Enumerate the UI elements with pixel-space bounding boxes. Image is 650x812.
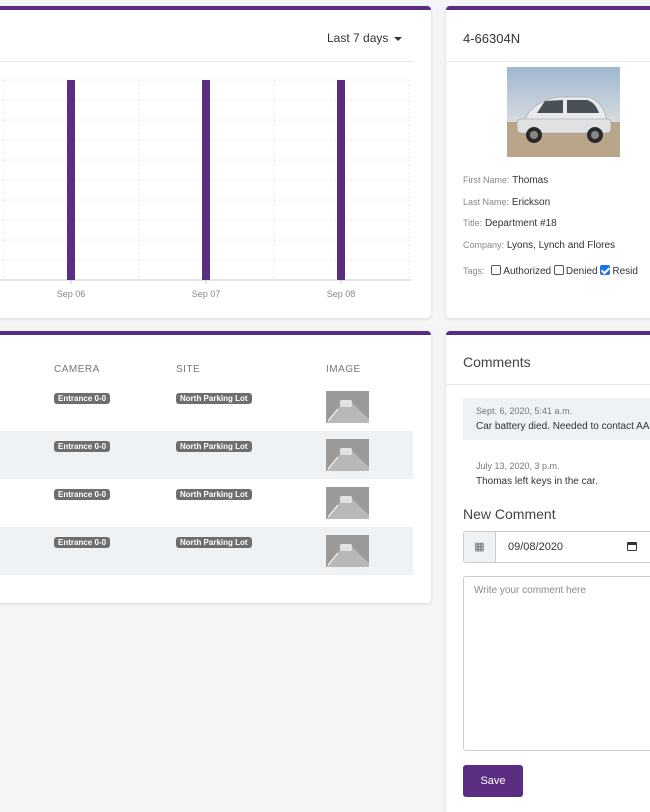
first-name-field: First Name: Thomas bbox=[463, 175, 548, 186]
company-value: Lyons, Lynch and Flores bbox=[506, 240, 616, 251]
table-row[interactable]: Entrance 0-0 North Parking Lot bbox=[0, 383, 413, 431]
vehicle-photo bbox=[507, 67, 620, 157]
activity-chart-card: Last 7 days Sep 06 Sep 07 Sep 08 bbox=[0, 6, 431, 318]
x-tick-label: Sep 08 bbox=[327, 289, 356, 299]
tags-field: Tags: Authorized Denied Resid bbox=[463, 265, 638, 277]
calendar-addon-icon: ▦ bbox=[464, 532, 496, 562]
x-tick-label: Sep 07 bbox=[192, 289, 221, 299]
last-name-label: Last Name: bbox=[463, 197, 510, 207]
chart-bar bbox=[67, 80, 75, 280]
chart-bar bbox=[337, 80, 345, 280]
comment-item: July 13, 2020, 3 p.m. Thomas left keys i… bbox=[463, 453, 650, 495]
table-row[interactable]: Entrance 0-0 North Parking Lot bbox=[0, 479, 413, 527]
comments-divider bbox=[446, 384, 650, 385]
camera-badge: Entrance 0-0 bbox=[54, 489, 111, 500]
camera-snapshot[interactable] bbox=[326, 535, 369, 567]
site-badge: North Parking Lot bbox=[176, 489, 252, 500]
authorized-label: Authorized bbox=[503, 266, 552, 277]
new-comment-title: New Comment bbox=[463, 506, 556, 522]
plate-number: 4-66304N bbox=[463, 31, 521, 46]
visits-table-card: CAMERA SITE IMAGE Entrance 0-0 North Par… bbox=[0, 331, 431, 603]
resident-label: Resid bbox=[612, 266, 638, 277]
camera-header: CAMERA bbox=[54, 364, 100, 375]
site-badge: North Parking Lot bbox=[176, 537, 252, 548]
denied-label: Denied bbox=[565, 266, 598, 277]
comment-date: July 13, 2020, 3 p.m. bbox=[476, 461, 560, 471]
activity-bar-chart: Sep 06 Sep 07 Sep 08 bbox=[0, 79, 411, 299]
company-field: Company: Lyons, Lynch and Flores bbox=[463, 240, 615, 251]
comment-text: Thomas left keys in the car. bbox=[476, 476, 598, 487]
first-name-label: First Name: bbox=[463, 175, 510, 185]
site-badge: North Parking Lot bbox=[176, 393, 252, 404]
tags-label: Tags: bbox=[463, 266, 485, 276]
authorized-checkbox[interactable] bbox=[491, 265, 502, 275]
camera-badge: Entrance 0-0 bbox=[54, 393, 111, 404]
site-badge: North Parking Lot bbox=[176, 441, 252, 452]
camera-badge: Entrance 0-0 bbox=[54, 537, 111, 548]
comment-text: Car battery died. Needed to contact AA bbox=[476, 421, 650, 432]
title-field: Title: Department #18 bbox=[463, 218, 557, 229]
save-button[interactable]: Save bbox=[463, 765, 523, 797]
title-label: Title: bbox=[463, 218, 483, 228]
camera-snapshot[interactable] bbox=[326, 439, 369, 471]
title-value: Department #18 bbox=[484, 218, 557, 229]
x-tick-label: Sep 06 bbox=[57, 289, 86, 299]
comment-date-input[interactable]: ▦ 09/08/2020 bbox=[463, 531, 650, 563]
table-row[interactable]: Entrance 0-0 North Parking Lot bbox=[0, 527, 413, 575]
last-name-field: Last Name: Erickson bbox=[463, 197, 550, 208]
last-name-value: Erickson bbox=[511, 197, 551, 208]
denied-checkbox[interactable] bbox=[553, 265, 564, 275]
camera-snapshot[interactable] bbox=[326, 487, 369, 519]
calendar-icon[interactable] bbox=[627, 542, 637, 551]
site-header: SITE bbox=[176, 364, 201, 375]
camera-snapshot[interactable] bbox=[326, 391, 369, 423]
resident-checkbox[interactable] bbox=[600, 265, 611, 275]
first-name-value: Thomas bbox=[512, 175, 549, 186]
comment-placeholder: Write your comment here bbox=[474, 585, 587, 596]
profile-divider bbox=[446, 61, 650, 62]
comments-title: Comments bbox=[463, 354, 531, 370]
company-label: Company: bbox=[463, 240, 505, 250]
comment-textarea[interactable]: Write your comment here bbox=[463, 576, 650, 751]
chart-bar bbox=[202, 80, 210, 280]
image-header: IMAGE bbox=[326, 364, 361, 375]
date-value: 09/08/2020 bbox=[508, 541, 564, 553]
comment-date: Sept. 6, 2020, 5:41 a.m. bbox=[476, 406, 573, 416]
comments-card: Comments Sept. 6, 2020, 5:41 a.m. Car ba… bbox=[446, 331, 650, 812]
camera-badge: Entrance 0-0 bbox=[54, 441, 111, 452]
table-row[interactable]: Entrance 0-0 North Parking Lot bbox=[0, 431, 413, 479]
profile-card: 4-66304N First Name: Thomas Last Name: E… bbox=[446, 6, 650, 318]
comment-item: Sept. 6, 2020, 5:41 a.m. Car battery die… bbox=[463, 398, 650, 440]
